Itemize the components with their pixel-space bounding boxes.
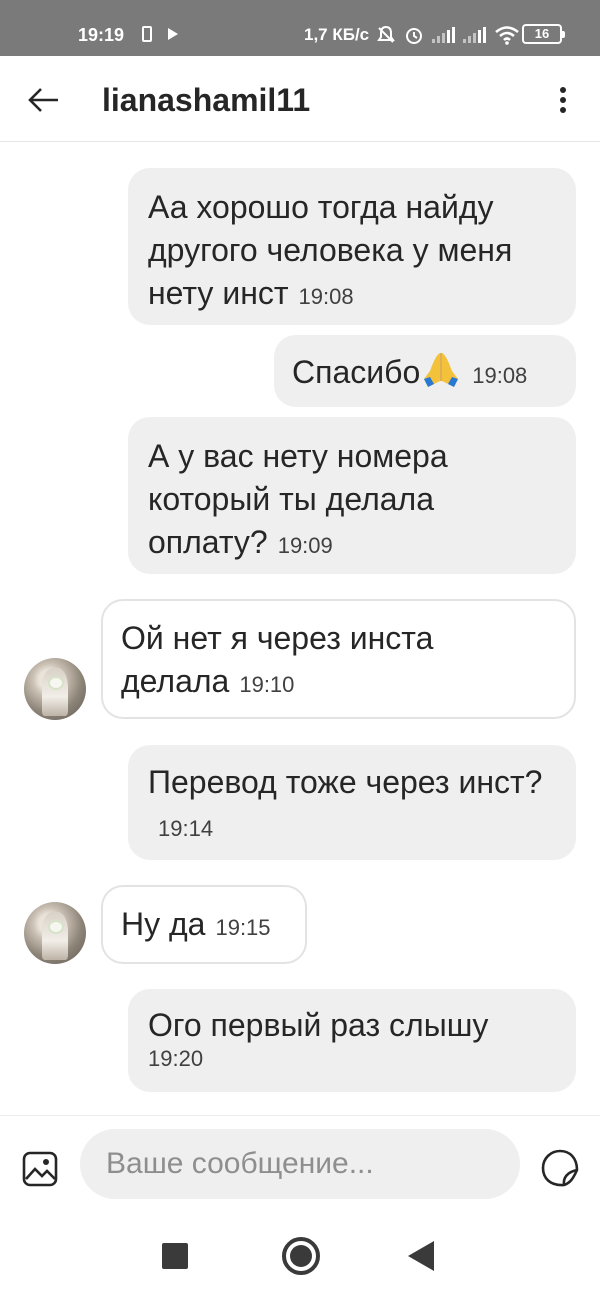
message-input[interactable]	[80, 1129, 520, 1199]
message-time: 19:15	[215, 915, 271, 940]
message-outgoing[interactable]: Ого первый раз слышу 19:20	[128, 989, 576, 1092]
square-icon[interactable]	[162, 1243, 188, 1269]
folded-hands-icon	[424, 353, 459, 387]
message-composer	[0, 1115, 600, 1211]
triangle-back-icon[interactable]	[408, 1241, 434, 1271]
message-text: Ну да	[121, 906, 206, 942]
message-time: 19:09	[277, 533, 333, 558]
more-vertical-icon[interactable]	[548, 80, 578, 120]
message-text: Ого первый раз слышу	[148, 1007, 489, 1043]
message-time: 19:14	[158, 816, 214, 841]
home-circle-icon[interactable]	[282, 1237, 320, 1275]
signal-icon	[463, 27, 486, 43]
status-icons	[376, 24, 520, 46]
message-outgoing[interactable]: Аа хорошо тогда найду другого человека у…	[128, 168, 576, 325]
status-bar: 19:19 1,7 КБ/с 16	[0, 0, 600, 56]
system-nav-bar	[0, 1211, 600, 1299]
message-text: Перевод тоже через инст?	[148, 764, 543, 800]
signal-icon	[432, 27, 455, 43]
avatar[interactable]	[24, 902, 86, 964]
arrow-left-icon[interactable]	[24, 80, 64, 120]
message-outgoing[interactable]: Спасибо 19:08	[274, 335, 576, 407]
chat-title[interactable]: lianashamil11	[102, 82, 310, 118]
message-text: Спасибо	[292, 354, 421, 390]
message-time: 19:20	[148, 1046, 204, 1071]
play-icon	[168, 28, 178, 40]
image-icon[interactable]	[22, 1151, 58, 1187]
message-outgoing[interactable]: Перевод тоже через инст? 19:14	[128, 745, 576, 860]
bell-off-icon	[377, 25, 395, 43]
message-time: 19:08	[298, 284, 354, 309]
message-time: 19:08	[472, 363, 528, 388]
message-outgoing[interactable]: А у вас нету номера который ты делала оп…	[128, 417, 576, 574]
sticker-icon[interactable]	[540, 1148, 580, 1188]
message-list[interactable]: Аа хорошо тогда найду другого человека у…	[0, 143, 600, 1115]
chat-header: lianashamil11	[0, 56, 600, 142]
alarm-icon	[406, 28, 422, 44]
wifi-icon	[495, 26, 519, 45]
avatar[interactable]	[24, 658, 86, 720]
message-incoming[interactable]: Ну да 19:15	[101, 885, 307, 964]
message-incoming[interactable]: Ой нет я через инста делала 19:10	[101, 599, 576, 719]
network-speed: 1,7 КБ/с	[304, 25, 370, 44]
status-time: 19:19	[78, 25, 125, 45]
sim-icon	[142, 26, 152, 42]
message-time: 19:10	[239, 672, 295, 697]
battery-icon: 16	[522, 24, 565, 44]
